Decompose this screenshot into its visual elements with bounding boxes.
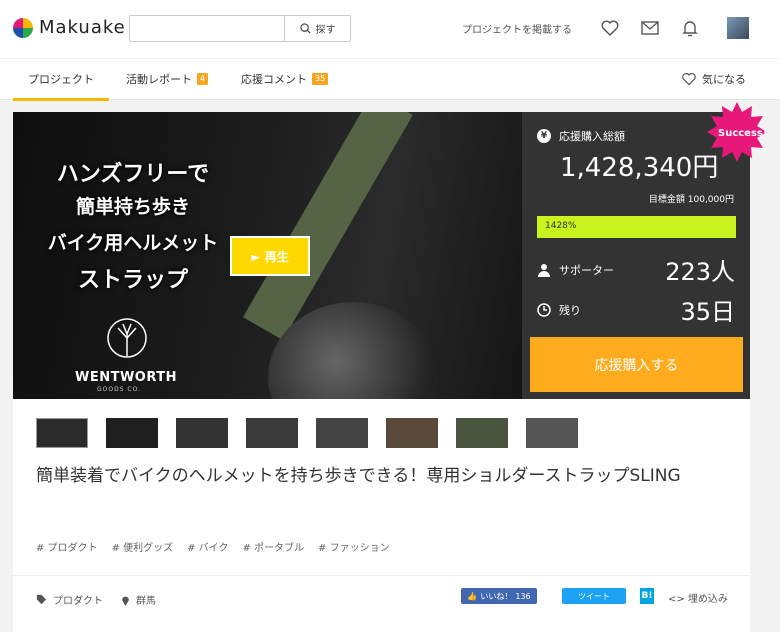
search-box: 探す [129,15,351,42]
progress-bar: 1428% [537,216,736,238]
hatena-bookmark-button[interactable]: B! [640,588,654,604]
heart-icon[interactable] [600,18,620,38]
activity-count-badge: 4 [197,73,209,85]
search-button-label: 探す [315,25,336,36]
location-pin-icon [122,596,129,606]
top-header: Makuake 探す プロジェクトを掲載する [0,0,780,58]
like-label: いいね！ [480,591,513,601]
thumbnail[interactable] [246,418,298,448]
tag-item[interactable]: # ファッション [318,539,390,554]
search-input[interactable] [130,16,284,41]
success-badge: Success! [718,128,768,139]
play-button[interactable]: ► 再生 [230,236,310,276]
divider [13,575,750,576]
hero-video[interactable]: ハンズフリーで 簡単持ち歩き バイク用ヘルメット ストラップ ► 再生 WENT… [13,112,522,399]
supporters-label: サポーター [559,264,614,277]
yen-icon: ¥ [537,129,551,143]
tag-item[interactable]: # バイク [187,539,228,554]
embed-button[interactable]: <> 埋め込み [668,590,728,605]
tag-item[interactable]: # ポータブル [242,539,304,554]
clock-icon [537,303,551,317]
brand-subtitle: GOODS CO. [97,386,142,393]
thumbs-up-icon: 👍 [467,591,478,601]
logo-text: Makuake [39,17,126,38]
thumbnail[interactable] [106,418,158,448]
supporters-row: サポーター [537,262,614,278]
tab-activity-report[interactable]: 活動レポート 4 [126,71,209,87]
makuake-logo[interactable]: Makuake [13,17,126,38]
like-count: 136 [515,591,531,601]
search-button[interactable]: 探す [284,16,350,41]
user-avatar[interactable] [727,17,749,39]
remaining-row: 残り [537,302,581,318]
tag-item[interactable]: # 便利グッズ [112,539,174,554]
tab-project[interactable]: プロジェクト [28,71,94,87]
thumbnail[interactable] [526,418,578,448]
thumbnail[interactable] [176,418,228,448]
tweet-label: ツイート [578,591,610,601]
hero-line-3: バイク用ヘルメット [47,232,219,254]
remaining-label: 残り [559,304,581,317]
tab-comments-label: 応援コメント [241,73,307,86]
hero-line-4: ストラップ [77,268,188,293]
brand-name: WENTWORTH [75,370,178,385]
mail-icon[interactable] [640,18,660,38]
hero-line-2: 簡単持ち歩き [75,196,190,218]
tree-logo-icon [107,318,147,358]
comments-count-badge: 35 [312,73,329,85]
project-tabs: プロジェクト 活動レポート 4 応援コメント 35 気になる [0,58,780,101]
hero-line-1: ハンズフリーで [56,162,210,187]
tab-project-label: プロジェクト [28,73,94,86]
remaining-days: 35日 [680,298,735,326]
supporters-count: 223人 [665,258,735,286]
goal-amount: 目標金額 100,000円 [648,195,734,205]
tag-list: # プロダクト # 便利グッズ # バイク # ポータブル # ファッション [36,539,390,554]
thumbnail[interactable] [36,418,88,448]
category-link[interactable]: プロダクト [36,592,103,607]
thumbnail[interactable] [316,418,368,448]
bell-icon[interactable] [680,18,700,38]
favorite-button[interactable]: 気になる [681,71,746,87]
person-icon [538,264,550,277]
funding-stats-panel: Success! ¥ 応援購入総額 1,428,340円 目標金額 100,00… [522,102,767,399]
heart-outline-icon [682,72,696,86]
logo-mark-icon [13,17,33,38]
project-card: ハンズフリーで 簡単持ち歩き バイク用ヘルメット ストラップ ► 再生 WENT… [13,102,767,632]
tag-item[interactable]: # プロダクト [36,539,98,554]
tag-icon [36,594,47,605]
total-label-row: ¥ 応援購入総額 [537,128,625,144]
search-icon [299,23,311,34]
tweet-button[interactable]: ツイート [562,588,626,604]
progress-percent: 1428% [545,221,577,231]
thumbnail-strip [36,418,578,448]
facebook-like-button[interactable]: 👍 いいね！ 136 [461,588,537,604]
category-label: プロダクト [53,596,103,607]
thumbnail[interactable] [456,418,508,448]
location-label: 群馬 [136,596,156,607]
thumbnail[interactable] [386,418,438,448]
total-label: 応援購入総額 [559,130,625,143]
favorite-label: 気になる [702,73,746,86]
tab-activity-label: 活動レポート [126,73,192,86]
support-purchase-button[interactable]: 応援購入する [530,337,743,392]
tab-comments[interactable]: 応援コメント 35 [241,71,329,87]
total-amount: 1,428,340円 [560,153,719,183]
post-project-link[interactable]: プロジェクトを掲載する [462,21,572,36]
location-link[interactable]: 群馬 [121,592,156,607]
active-tab-indicator [13,98,109,101]
project-title: 簡単装着でバイクのヘルメットを持ち歩きできる！専用ショルダーストラップSLING [36,466,681,486]
